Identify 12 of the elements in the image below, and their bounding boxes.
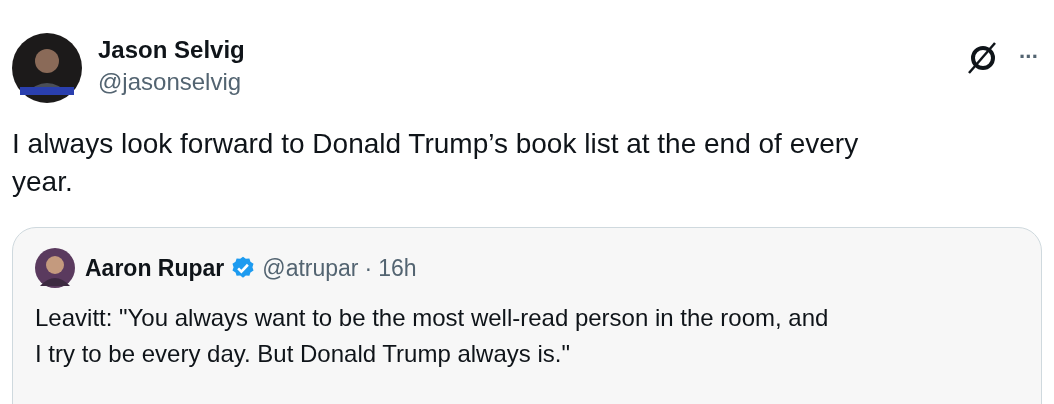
quoted-post-card[interactable]: Aaron Rupar @atrupar · 16h Leavitt: "You always want to be the most well-read person in the room, and I try to be every day. But Donald Trump always is." [12, 227, 1042, 404]
avatar[interactable] [12, 33, 82, 103]
quoted-post-text: Leavitt: "You always want to be the most well-read person in the room, and I try to be every day. But Donald Trump always is." [35, 303, 830, 369]
author-name[interactable]: Aaron Rupar [85, 254, 225, 282]
author-name[interactable]: Jason Selvig [98, 35, 245, 65]
avatar[interactable] [35, 248, 75, 288]
more-button[interactable]: ··· [1015, 44, 1042, 70]
author-handle[interactable]: @atrupar [262, 254, 359, 282]
post-time[interactable]: 16h [378, 254, 417, 282]
separator-dot: · [364, 254, 373, 282]
post-text: I always look forward to Donald Trump’s book list at the end of every year. [12, 127, 860, 199]
author-handle[interactable]: @jasonselvig [98, 65, 245, 99]
